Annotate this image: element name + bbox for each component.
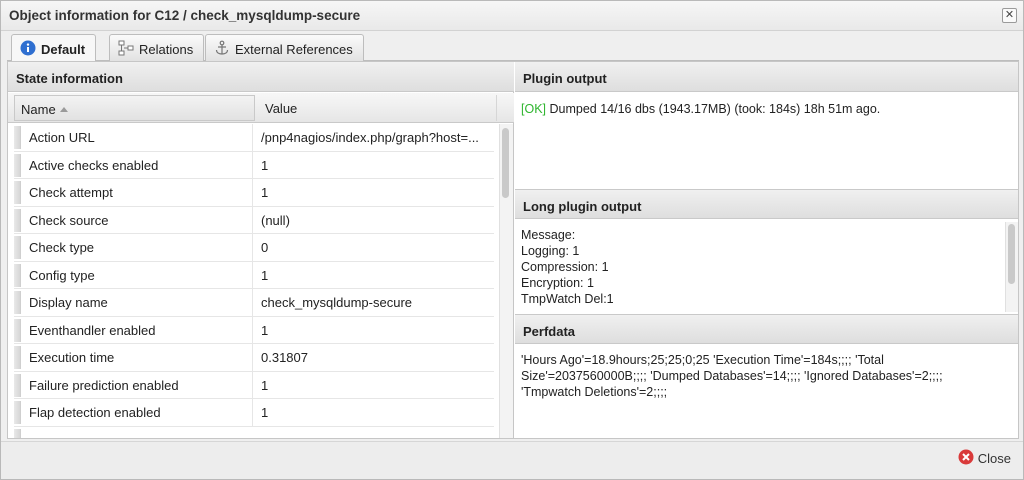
long-plugin-output-text: Message: Logging: 1 Compression: 1 Encry… <box>521 227 614 307</box>
grid-header: Name Value <box>8 93 514 123</box>
row-name: Failure prediction enabled <box>29 377 179 393</box>
row-value: (null) <box>252 206 494 234</box>
perfdata-line: 'Tmpwatch Deletions'=2;;;; <box>521 385 668 399</box>
tab-relations-label: Relations <box>139 42 194 57</box>
row-name: Flap detection enabled <box>29 405 161 420</box>
table-row[interactable] <box>14 427 494 438</box>
ok-status: [OK] <box>521 102 547 116</box>
plugin-output-message: Dumped 14/16 dbs (1943.17MB) (took: 184s… <box>546 102 881 116</box>
row-handle <box>14 373 21 397</box>
row-handle <box>14 346 21 369</box>
row-name: Action URL <box>29 130 95 145</box>
dialog-footer: Close <box>1 441 1023 479</box>
tab-external-references[interactable]: External References <box>205 34 364 61</box>
tab-default-label: Default <box>41 42 86 57</box>
row-value: 1 <box>252 371 494 399</box>
object-info-dialog: Object information for C12 / check_mysql… <box>0 0 1024 480</box>
state-information-panel: State information Name Value Action URL /… <box>8 62 514 438</box>
row-name: Display name <box>29 295 108 310</box>
table-row[interactable]: Check type 0 <box>14 234 494 262</box>
row-name: Execution time <box>29 350 115 365</box>
row-handle <box>14 401 21 424</box>
tab-content: State information Name Value Action URL /… <box>7 61 1019 439</box>
row-name: Check source <box>29 212 109 228</box>
tab-relations[interactable]: Relations <box>109 34 205 61</box>
state-information-header: State information <box>8 62 514 92</box>
column-header-name-label: Name <box>21 102 56 117</box>
row-handle <box>14 126 21 149</box>
tab-default[interactable]: Default <box>11 34 97 62</box>
table-row[interactable]: Flap detection enabled 1 <box>14 399 494 427</box>
row-name: Check attempt <box>29 185 113 200</box>
row-value: 0 <box>252 234 494 261</box>
column-header-value[interactable]: Value <box>257 95 497 121</box>
close-icon[interactable]: ✕ <box>1002 8 1017 23</box>
row-name: Eventhandler enabled <box>29 322 156 338</box>
row-handle <box>14 318 21 342</box>
row-handle <box>14 153 21 177</box>
table-row[interactable]: Action URL/pnp4nagios/index.php/graph?ho… <box>14 124 494 152</box>
long-output-line: Logging: 1 <box>521 244 580 258</box>
row-value: 0.31807 <box>252 344 494 371</box>
output-panels: Plugin output [OK] Dumped 14/16 dbs (194… <box>515 62 1018 438</box>
table-row[interactable]: Failure prediction enabled 1 <box>14 371 494 399</box>
row-value: 1 <box>252 316 494 344</box>
row-handle <box>14 181 21 204</box>
perfdata-text: 'Hours Ago'=18.9hours;25;25;0;25 'Execut… <box>521 352 943 400</box>
perfdata-line: Size'=2037560000B;;;; 'Dumped Databases'… <box>521 369 943 383</box>
table-row[interactable]: Config type 1 <box>14 261 494 289</box>
row-name: Config type <box>29 267 95 283</box>
state-rows: Action URL/pnp4nagios/index.php/graph?ho… <box>14 124 494 438</box>
scrollbar-thumb[interactable] <box>502 128 509 198</box>
anchor-icon <box>214 40 230 59</box>
row-handle <box>14 263 21 287</box>
row-name: Check type <box>29 240 95 255</box>
row-value: 1 <box>252 151 494 179</box>
long-output-line: Message: <box>521 228 576 242</box>
row-handle <box>14 428 21 438</box>
table-row[interactable]: Execution time 0.31807 <box>14 344 494 372</box>
table-row[interactable]: Check source (null) <box>14 206 494 234</box>
tab-external-references-label: External References <box>235 42 353 57</box>
row-value: 1 <box>252 179 494 206</box>
info-icon <box>20 40 36 59</box>
state-scrollbar[interactable] <box>499 124 513 438</box>
row-value: 1 <box>252 399 494 426</box>
long-output-line: Compression: 1 <box>521 260 609 274</box>
table-row[interactable]: Active checks enabled 1 <box>14 151 494 179</box>
plugin-output-text: [OK] Dumped 14/16 dbs (1943.17MB) (took:… <box>521 101 880 117</box>
tab-bar: Default Relations External References <box>7 33 1019 62</box>
plugin-output-header: Plugin output <box>515 62 1018 92</box>
close-button[interactable]: Close <box>958 449 1011 468</box>
perfdata-line: 'Hours Ago'=18.9hours;25;25;0;25 'Execut… <box>521 353 884 367</box>
row-value: check_mysqldump-secure <box>252 289 494 316</box>
table-row[interactable]: Check attempt 1 <box>14 179 494 207</box>
row-handle <box>14 208 21 232</box>
row-value: /pnp4nagios/index.php/graph?host=... <box>252 124 494 151</box>
title-bar: Object information for C12 / check_mysql… <box>1 1 1023 31</box>
row-value: 1 <box>252 261 494 289</box>
row-handle <box>14 291 21 314</box>
long-output-line: TmpWatch Del:1 <box>521 292 614 306</box>
table-row[interactable]: Display name check_mysqldump-secure <box>14 289 494 317</box>
long-output-line: Encryption: 1 <box>521 276 594 290</box>
perfdata-header: Perfdata <box>515 314 1018 344</box>
scrollbar-thumb[interactable] <box>1008 224 1015 284</box>
row-handle <box>14 236 21 259</box>
relations-icon <box>118 40 134 59</box>
long-plugin-output-header: Long plugin output <box>515 189 1018 219</box>
long-output-scrollbar[interactable] <box>1005 222 1018 312</box>
sort-ascending-icon <box>59 107 68 112</box>
dialog-title: Object information for C12 / check_mysql… <box>9 8 361 23</box>
close-circle-icon <box>958 449 974 468</box>
close-button-label: Close <box>977 451 1011 466</box>
row-name: Active checks enabled <box>29 157 159 173</box>
column-header-name[interactable]: Name <box>14 95 255 121</box>
table-row[interactable]: Eventhandler enabled 1 <box>14 316 494 344</box>
